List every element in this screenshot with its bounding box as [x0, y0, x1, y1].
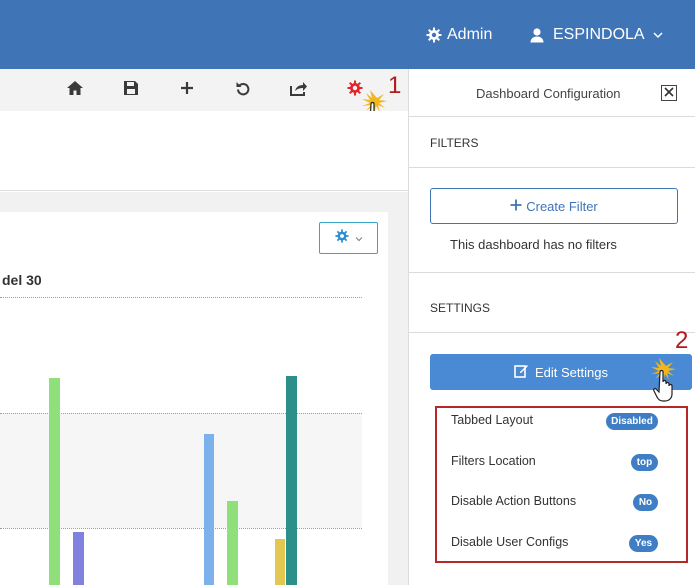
- gear-icon: [426, 27, 442, 43]
- create-filter-button[interactable]: Create Filter: [430, 188, 678, 224]
- setting-value-badge: No: [633, 494, 658, 511]
- add-button[interactable]: [177, 80, 197, 100]
- setting-label-tabbed-layout: Tabbed Layout: [451, 413, 534, 427]
- chart-bar: [275, 539, 285, 585]
- panel-title: Dashboard Configuration: [476, 86, 621, 101]
- chart-gridline: [0, 297, 362, 298]
- widget-title: del 30: [2, 272, 42, 288]
- settings-list: Tabbed Layout Disabled Filters Location …: [435, 406, 688, 563]
- close-panel-button[interactable]: [661, 85, 677, 101]
- chart-bar: [73, 532, 84, 585]
- home-button[interactable]: [65, 80, 85, 100]
- user-name: ESPINDOLA: [553, 26, 645, 43]
- save-button[interactable]: [121, 80, 141, 100]
- setting-value-badge: Yes: [629, 535, 658, 552]
- section-divider: [409, 332, 695, 333]
- dashboard-header-area: [0, 111, 408, 191]
- save-icon: [123, 80, 139, 101]
- chart-bar: [286, 376, 297, 585]
- home-icon: [66, 80, 84, 101]
- annotation-number-2: 2: [675, 327, 689, 354]
- setting-label-disable-user-configs: Disable User Configs: [451, 535, 569, 549]
- user-icon: [529, 27, 545, 43]
- chart-bar: [204, 434, 214, 585]
- plus-icon: [510, 199, 522, 214]
- hand-cursor-icon: [647, 356, 683, 407]
- undo-button[interactable]: [233, 80, 253, 100]
- panel-header: Dashboard Configuration: [409, 69, 695, 117]
- chart-bar: [49, 378, 60, 585]
- gear-icon: [334, 228, 349, 248]
- section-divider: [409, 272, 695, 273]
- undo-icon: [235, 80, 251, 101]
- setting-label-disable-action-buttons: Disable Action Buttons: [451, 494, 577, 508]
- no-filters-message: This dashboard has no filters: [450, 237, 617, 252]
- share-icon: [290, 80, 308, 101]
- chevron-down-icon: [355, 229, 363, 247]
- admin-label: Admin: [447, 26, 493, 43]
- top-navbar: Admin ESPINDOLA: [0, 0, 695, 69]
- chart-bar: [227, 501, 238, 585]
- section-divider: [409, 167, 695, 168]
- edit-icon: [514, 363, 529, 381]
- dashboard-configuration-panel: Dashboard Configuration FILTERS Create F…: [408, 69, 695, 585]
- edit-settings-label: Edit Settings: [535, 364, 608, 380]
- setting-value-badge: top: [631, 454, 658, 471]
- chevron-down-icon: [653, 31, 663, 39]
- admin-menu[interactable]: Admin: [426, 26, 492, 44]
- share-button[interactable]: [289, 80, 309, 100]
- setting-label-filters-location: Filters Location: [451, 454, 536, 468]
- filters-section-label: FILTERS: [430, 136, 479, 150]
- settings-section-label: SETTINGS: [430, 301, 491, 315]
- setting-value-badge: Disabled: [606, 413, 658, 430]
- create-filter-label: Create Filter: [526, 198, 598, 214]
- chart-widget: del 30: [0, 212, 388, 585]
- plus-icon: [180, 81, 194, 100]
- user-menu[interactable]: ESPINDOLA: [529, 26, 663, 44]
- widget-settings-button[interactable]: [319, 222, 378, 254]
- close-icon: [664, 84, 674, 102]
